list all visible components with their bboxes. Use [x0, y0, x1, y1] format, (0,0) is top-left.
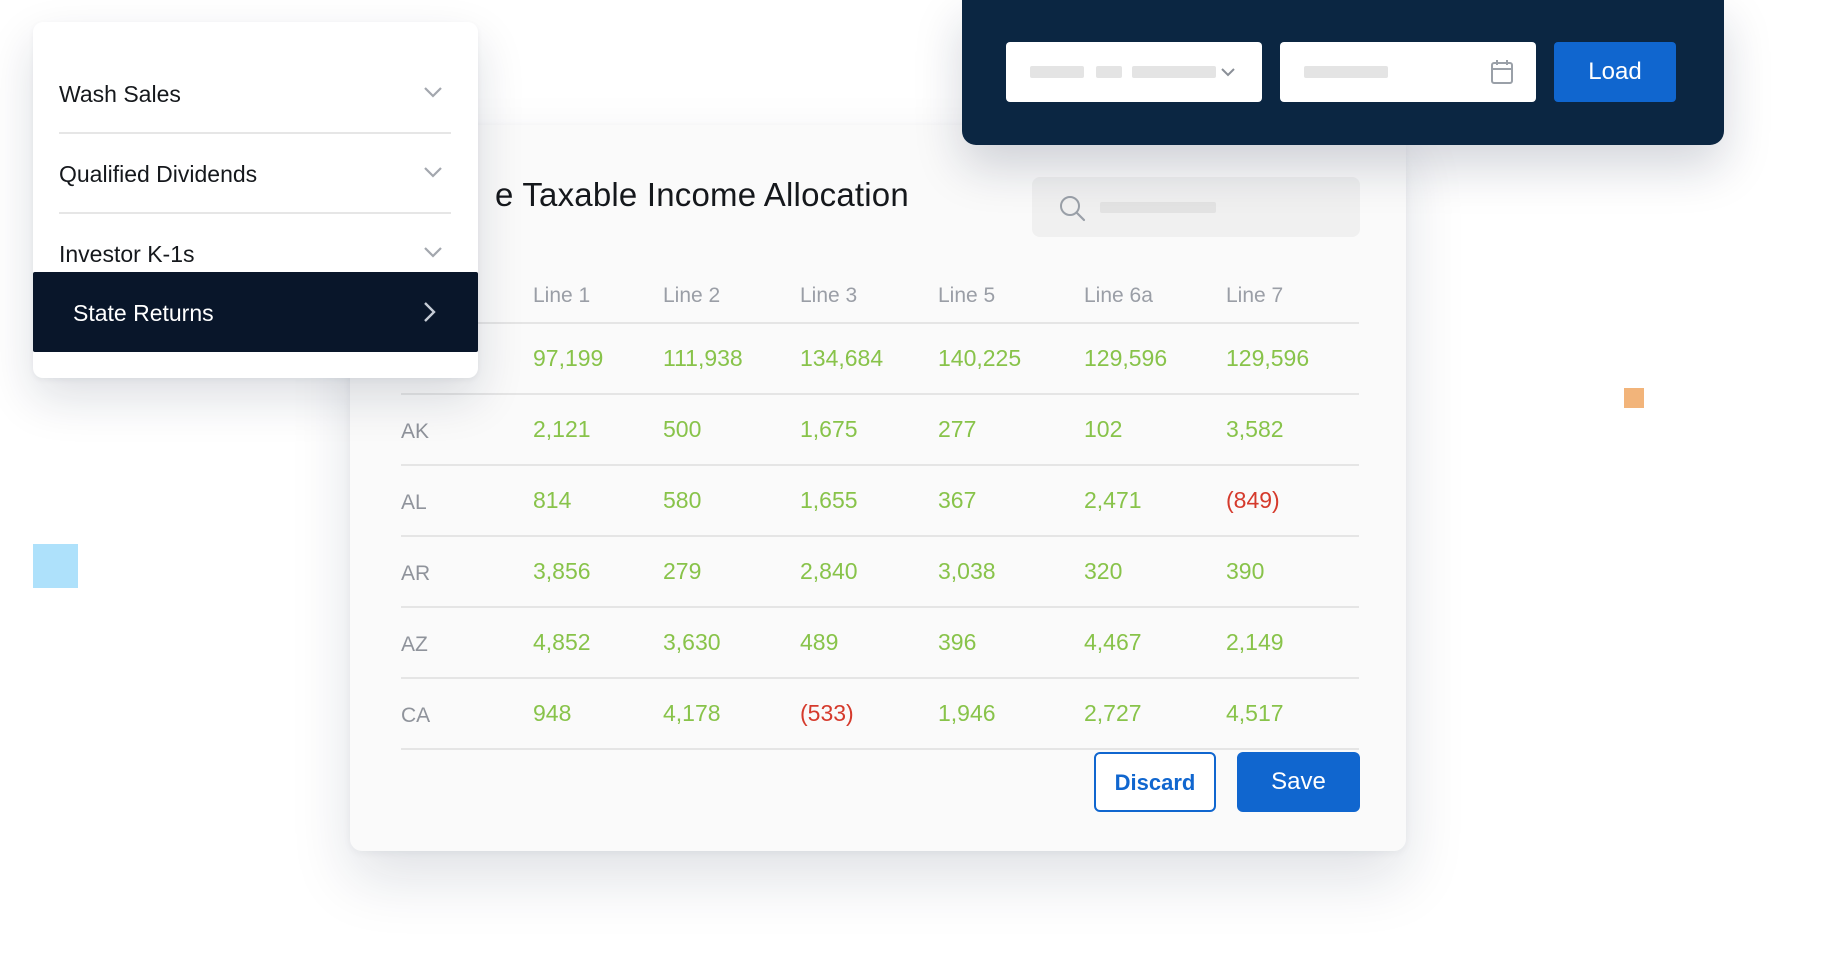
value-cell[interactable]: 4,852 [533, 607, 663, 679]
value-cell[interactable]: 277 [938, 394, 1084, 466]
state-cell: AK [401, 394, 533, 466]
value-cell[interactable]: 489 [800, 607, 938, 679]
column-header-line-6a: Line 6a [1084, 270, 1226, 324]
search-icon [1060, 196, 1086, 222]
column-header-line-3: Line 3 [800, 270, 938, 324]
date-placeholder-bar [1304, 66, 1388, 78]
value-cell[interactable]: 390 [1226, 536, 1359, 608]
table-header-row: Line 1 Line 2 Line 3 Line 5 Line 6a Line… [401, 270, 1359, 324]
column-header-line-1: Line 1 [533, 270, 663, 324]
allocation-table: Line 1 Line 2 Line 3 Line 5 Line 6a Line… [401, 270, 1359, 750]
date-input[interactable] [1280, 42, 1536, 102]
table-row: AZ 4,852 3,630 489 396 4,467 2,149 [401, 607, 1359, 679]
value-cell[interactable]: 3,630 [663, 607, 800, 679]
chevron-down-icon [424, 87, 442, 98]
select-placeholder-bar [1132, 66, 1216, 78]
value-cell-negative[interactable]: (533) [800, 678, 938, 750]
column-header-line-5: Line 5 [938, 270, 1084, 324]
table-row: 97,199 111,938 134,684 140,225 129,596 1… [401, 323, 1359, 395]
sidebar-item-qualified-dividends[interactable]: Qualified Dividends [59, 134, 451, 214]
column-header-line-7: Line 7 [1226, 270, 1359, 324]
sidebar-item-label: Investor K-1s [59, 241, 195, 267]
search-input[interactable] [1032, 177, 1360, 237]
load-button[interactable]: Load [1554, 42, 1676, 102]
select-placeholder-bar [1096, 66, 1122, 78]
value-cell[interactable]: 97,199 [533, 323, 663, 395]
value-cell[interactable]: 129,596 [1226, 323, 1359, 395]
state-cell: AR [401, 536, 533, 608]
value-cell[interactable]: 2,149 [1226, 607, 1359, 679]
value-cell[interactable]: 2,727 [1084, 678, 1226, 750]
sidebar-item-state-returns[interactable]: State Returns [33, 272, 478, 352]
value-cell[interactable]: 2,121 [533, 394, 663, 466]
value-cell[interactable]: 500 [663, 394, 800, 466]
chevron-down-icon [424, 167, 442, 178]
value-cell[interactable]: 3,038 [938, 536, 1084, 608]
table-row: AL 814 580 1,655 367 2,471 (849) [401, 465, 1359, 537]
value-cell[interactable]: 3,582 [1226, 394, 1359, 466]
period-select[interactable] [1006, 42, 1262, 102]
sidebar-item-label: Wash Sales [59, 81, 181, 107]
state-cell: AZ [401, 607, 533, 679]
decorative-square-blue [33, 544, 78, 588]
value-cell[interactable]: 396 [938, 607, 1084, 679]
decorative-square-orange [1624, 388, 1644, 408]
value-cell[interactable]: 111,938 [663, 323, 800, 395]
search-placeholder-bar [1100, 202, 1216, 213]
discard-button[interactable]: Discard [1094, 752, 1216, 812]
save-button[interactable]: Save [1237, 752, 1360, 812]
value-cell[interactable]: 134,684 [800, 323, 938, 395]
value-cell[interactable]: 1,675 [800, 394, 938, 466]
value-cell[interactable]: 4,178 [663, 678, 800, 750]
table-row: CA 948 4,178 (533) 1,946 2,727 4,517 [401, 678, 1359, 750]
value-cell[interactable]: 1,655 [800, 465, 938, 537]
value-cell[interactable]: 4,467 [1084, 607, 1226, 679]
sidebar-item-wash-sales[interactable]: Wash Sales [59, 54, 451, 134]
table-row: AK 2,121 500 1,675 277 102 3,582 [401, 394, 1359, 466]
sidebar-item-label: Qualified Dividends [59, 161, 258, 187]
value-cell[interactable]: 814 [533, 465, 663, 537]
value-cell[interactable]: 320 [1084, 536, 1226, 608]
value-cell[interactable]: 279 [663, 536, 800, 608]
value-cell-negative[interactable]: (849) [1226, 465, 1359, 537]
value-cell[interactable]: 2,840 [800, 536, 938, 608]
chevron-down-icon [1221, 68, 1235, 77]
value-cell[interactable]: 1,946 [938, 678, 1084, 750]
value-cell[interactable]: 367 [938, 465, 1084, 537]
value-cell[interactable]: 3,856 [533, 536, 663, 608]
value-cell[interactable]: 140,225 [938, 323, 1084, 395]
value-cell[interactable]: 4,517 [1226, 678, 1359, 750]
sidebar-item-label: State Returns [73, 300, 214, 326]
chevron-down-icon [424, 247, 442, 258]
table-row: AR 3,856 279 2,840 3,038 320 390 [401, 536, 1359, 608]
chevron-right-icon [424, 302, 436, 322]
state-cell: CA [401, 678, 533, 750]
sidebar-menu: Wash Sales Qualified Dividends Investor … [33, 22, 478, 378]
state-cell: AL [401, 465, 533, 537]
page-title: e Taxable Income Allocation [495, 176, 909, 213]
select-placeholder-bar [1030, 66, 1084, 78]
value-cell[interactable]: 102 [1084, 394, 1226, 466]
calendar-icon[interactable] [1490, 59, 1514, 85]
value-cell[interactable]: 2,471 [1084, 465, 1226, 537]
filter-toolbar: Load [962, 0, 1724, 145]
value-cell[interactable]: 580 [663, 465, 800, 537]
value-cell[interactable]: 948 [533, 678, 663, 750]
column-header-line-2: Line 2 [663, 270, 800, 324]
value-cell[interactable]: 129,596 [1084, 323, 1226, 395]
